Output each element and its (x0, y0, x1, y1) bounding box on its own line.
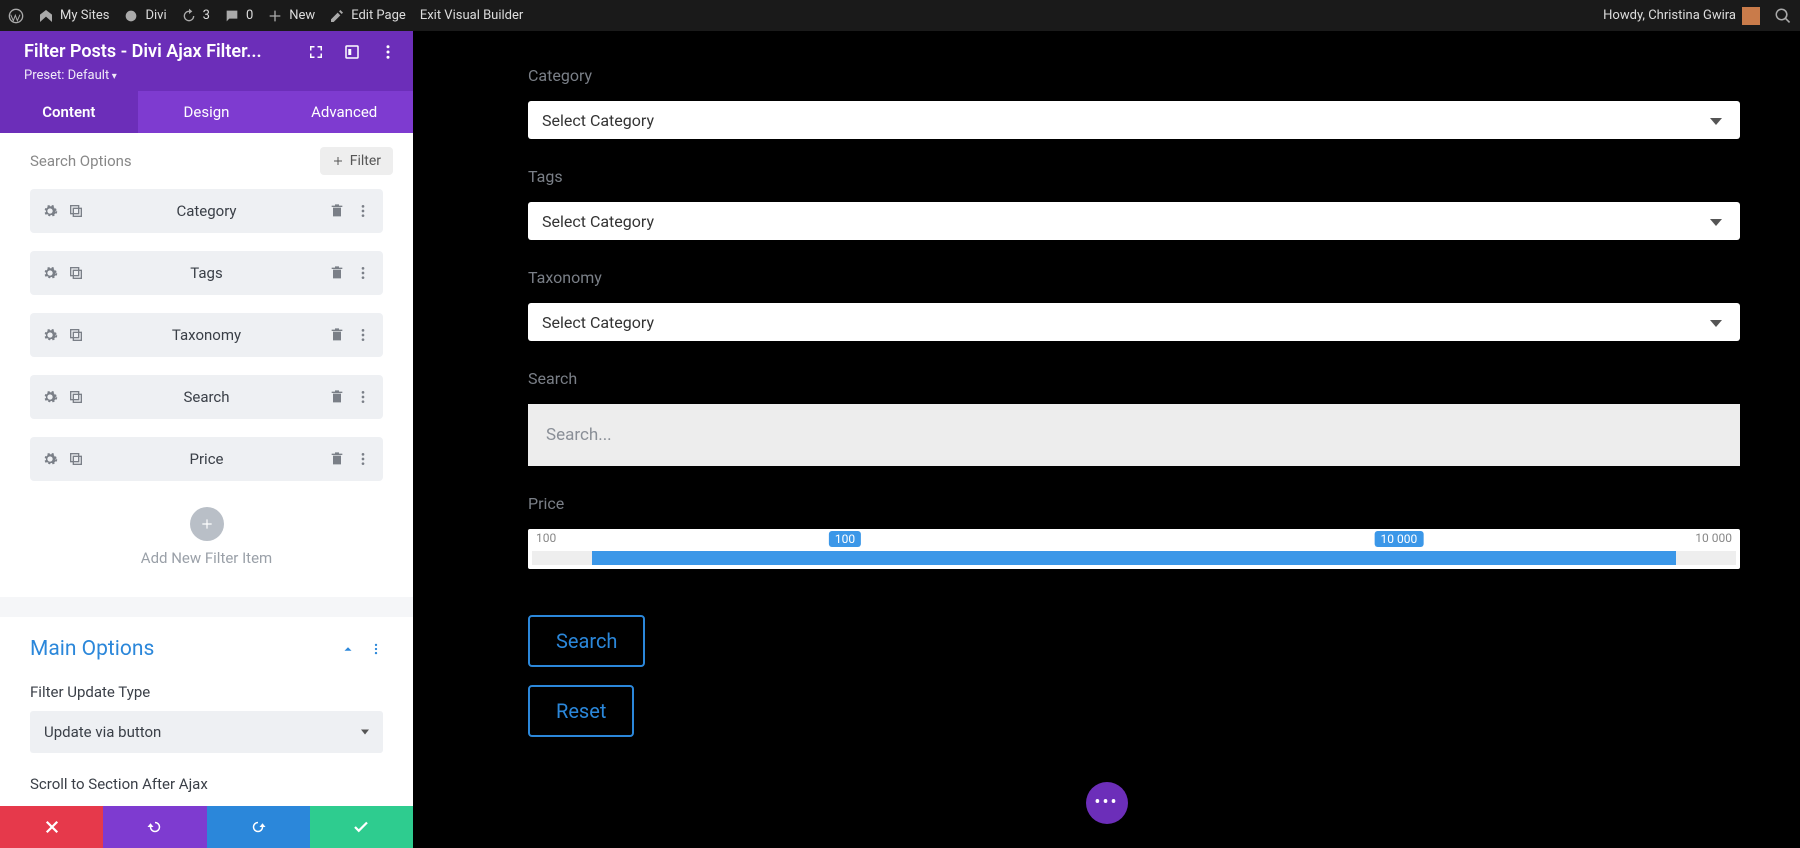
preview-canvas: Category Select Category Tags Select Cat… (413, 31, 1800, 848)
redo-button[interactable] (207, 806, 310, 848)
module-settings-sidebar: Filter Posts - Divi Ajax Filter... Prese… (0, 31, 413, 848)
tags-select[interactable]: Select Category (528, 202, 1740, 240)
tab-design[interactable]: Design (138, 91, 276, 133)
redo-icon (249, 818, 267, 836)
price-field-label: Price (528, 494, 1740, 513)
filter-item-tags[interactable]: Tags (30, 251, 383, 295)
avatar (1742, 7, 1760, 25)
trash-icon[interactable] (329, 203, 345, 219)
tab-advanced[interactable]: Advanced (275, 91, 413, 133)
gear-icon[interactable] (42, 451, 58, 467)
new-link[interactable]: New (267, 8, 315, 24)
filter-update-type-label: Filter Update Type (30, 683, 383, 701)
sidebar-header: Filter Posts - Divi Ajax Filter... Prese… (0, 31, 413, 91)
main-options-heading[interactable]: Main Options (30, 637, 154, 661)
search-field-label: Search (528, 369, 1740, 388)
price-slider[interactable]: 100 100 10 000 10 000 (528, 529, 1740, 569)
module-title: Filter Posts - Divi Ajax Filter... (24, 41, 295, 62)
plus-icon (200, 517, 214, 531)
search-button[interactable]: Search (528, 615, 645, 667)
kebab-icon[interactable] (355, 265, 371, 281)
my-sites-link[interactable]: My Sites (38, 8, 109, 24)
price-max-label: 10 000 (1695, 531, 1732, 545)
duplicate-icon[interactable] (68, 389, 84, 405)
search-input[interactable] (528, 404, 1740, 466)
duplicate-icon[interactable] (68, 203, 84, 219)
admin-search-icon[interactable] (1774, 7, 1792, 25)
edit-page-link[interactable]: Edit Page (329, 8, 406, 24)
ellipsis-icon: ••• (1094, 794, 1118, 812)
tags-field-label: Tags (528, 167, 1740, 186)
trash-icon[interactable] (329, 451, 345, 467)
sidebar-tabs: Content Design Advanced (0, 91, 413, 133)
trash-icon[interactable] (329, 389, 345, 405)
responsive-icon[interactable] (343, 43, 361, 61)
price-low-bubble: 100 (829, 531, 861, 547)
duplicate-icon[interactable] (68, 451, 84, 467)
check-icon (352, 818, 370, 836)
chevron-up-icon[interactable] (341, 642, 355, 656)
duplicate-icon[interactable] (68, 265, 84, 281)
filter-item-search[interactable]: Search (30, 375, 383, 419)
exit-visual-builder[interactable]: Exit Visual Builder (420, 8, 523, 23)
plus-icon (332, 155, 344, 167)
gear-icon[interactable] (42, 327, 58, 343)
kebab-icon[interactable] (355, 451, 371, 467)
undo-icon (146, 818, 164, 836)
taxonomy-field-label: Taxonomy (528, 268, 1740, 287)
kebab-icon[interactable] (369, 642, 383, 656)
wordpress-admin-bar: My Sites Divi 3 0 New Edit Page Exit Vis… (0, 0, 1800, 31)
taxonomy-select[interactable]: Select Category (528, 303, 1740, 341)
expand-icon[interactable] (307, 43, 325, 61)
gear-icon[interactable] (42, 389, 58, 405)
cancel-button[interactable] (0, 806, 103, 848)
duplicate-icon[interactable] (68, 327, 84, 343)
kebab-icon[interactable] (355, 203, 371, 219)
howdy-user[interactable]: Howdy, Christina Gwira (1603, 7, 1760, 25)
add-filter-button[interactable]: Filter (320, 147, 393, 175)
save-button[interactable] (310, 806, 413, 848)
undo-button[interactable] (103, 806, 206, 848)
category-select[interactable]: Select Category (528, 101, 1740, 139)
divi-link[interactable]: Divi (123, 8, 166, 24)
filter-update-type-select[interactable]: Update via button (30, 711, 383, 753)
updates-link[interactable]: 3 (181, 8, 210, 24)
reset-button[interactable]: Reset (528, 685, 634, 737)
trash-icon[interactable] (329, 327, 345, 343)
price-high-bubble: 10 000 (1375, 531, 1424, 547)
category-field-label: Category (528, 66, 1740, 85)
price-min-label: 100 (536, 531, 556, 545)
kebab-icon[interactable] (355, 389, 371, 405)
gear-icon[interactable] (42, 203, 58, 219)
filter-item-price[interactable]: Price (30, 437, 383, 481)
trash-icon[interactable] (329, 265, 345, 281)
sidebar-footer (0, 806, 413, 848)
kebab-icon[interactable] (379, 43, 397, 61)
preset-selector[interactable]: Preset: Default (24, 68, 397, 83)
close-icon (43, 818, 61, 836)
gear-icon[interactable] (42, 265, 58, 281)
comments-link[interactable]: 0 (224, 8, 253, 24)
add-new-filter-button[interactable] (190, 507, 224, 541)
filter-item-category[interactable]: Category (30, 189, 383, 233)
scroll-to-section-label: Scroll to Section After Ajax (30, 775, 383, 793)
wp-logo[interactable] (8, 8, 24, 24)
builder-fab[interactable]: ••• (1086, 782, 1128, 824)
add-new-filter-label: Add New Filter Item (0, 549, 413, 567)
kebab-icon[interactable] (355, 327, 371, 343)
search-options-heading: Search Options (30, 152, 132, 170)
filter-item-taxonomy[interactable]: Taxonomy (30, 313, 383, 357)
section-divider (0, 597, 413, 617)
tab-content[interactable]: Content (0, 91, 138, 133)
